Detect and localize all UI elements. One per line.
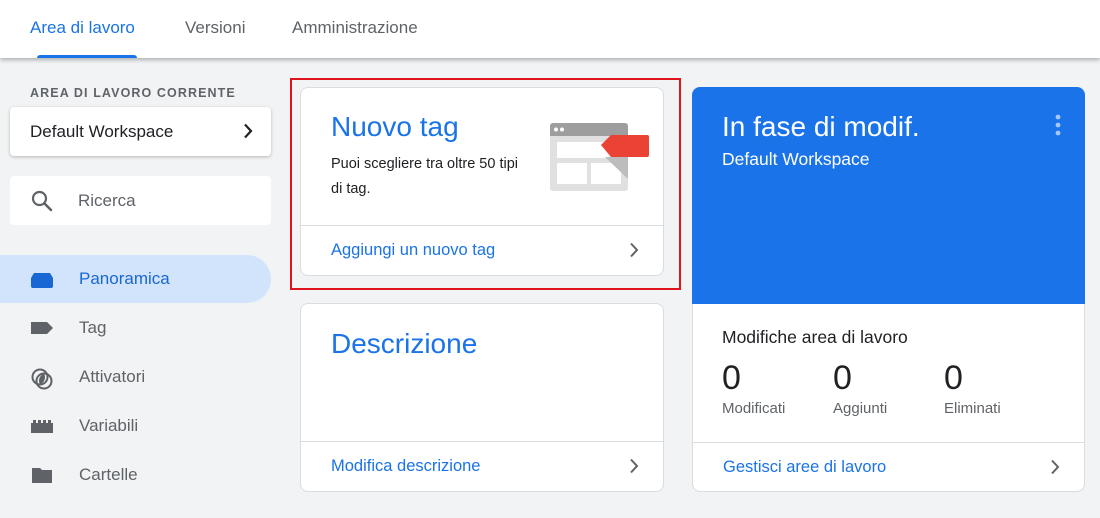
sidebar-item-label: Variabili xyxy=(79,416,139,435)
manage-workspaces-label: Gestisci aree di lavoro xyxy=(723,458,887,476)
sidebar-item-tag[interactable]: Tag xyxy=(0,304,271,352)
current-workspace-label: AREA DI LAVORO CORRENTE xyxy=(30,86,236,100)
stat-label: Eliminati xyxy=(944,400,1001,417)
chevron-right-icon xyxy=(629,458,639,479)
search-icon xyxy=(30,189,54,218)
trigger-icon xyxy=(30,367,54,390)
description-card: Descrizione Modifica descrizione xyxy=(300,303,664,492)
edit-description-label: Modifica descrizione xyxy=(331,457,481,475)
sidebar-item-label: Panoramica xyxy=(79,269,170,288)
stat-value: 0 xyxy=(944,359,963,397)
stat-deleted: 0 Eliminati xyxy=(944,359,1001,417)
variables-icon xyxy=(30,416,54,436)
description-title: Descrizione xyxy=(331,328,478,359)
stat-modified: 0 Modificati xyxy=(722,359,785,417)
tab-amministrazione[interactable]: Amministrazione xyxy=(292,18,418,38)
edit-description-link[interactable]: Modifica descrizione xyxy=(301,441,663,491)
sidebar-item-panoramica[interactable]: Panoramica xyxy=(0,255,271,303)
chevron-right-icon xyxy=(243,123,253,144)
tab-area-di-lavoro[interactable]: Area di lavoro xyxy=(30,18,135,38)
workspace-status-title: In fase di modif. xyxy=(722,111,920,142)
search-input[interactable] xyxy=(78,188,258,214)
chevron-right-icon xyxy=(1050,459,1060,480)
search-box[interactable] xyxy=(10,176,271,225)
sidebar-item-attivatori[interactable]: Attivatori xyxy=(0,353,271,401)
tag-illustration-icon xyxy=(549,121,651,200)
stat-label: Aggiunti xyxy=(833,400,888,417)
folder-icon xyxy=(30,465,54,485)
tab-versioni[interactable]: Versioni xyxy=(185,18,245,38)
new-tag-title: Nuovo tag xyxy=(331,111,459,142)
manage-workspaces-link[interactable]: Gestisci aree di lavoro xyxy=(692,442,1085,492)
sidebar-item-label: Attivatori xyxy=(79,367,146,386)
stat-value: 0 xyxy=(833,359,852,397)
stat-added: 0 Aggiunti xyxy=(833,359,887,417)
more-vert-icon[interactable] xyxy=(1055,114,1061,141)
sidebar-item-variabili[interactable]: Variabili xyxy=(0,402,271,450)
new-tag-description: Puoi scegliere tra oltre 50 tipi di tag. xyxy=(331,156,518,197)
workspace-status-subtitle: Default Workspace xyxy=(722,149,870,169)
stat-label: Modificati xyxy=(722,400,786,417)
add-new-tag-link[interactable]: Aggiungi un nuovo tag xyxy=(301,225,663,275)
new-tag-card: Nuovo tag Puoi scegliere tra oltre 50 ti… xyxy=(300,87,664,276)
active-tab-indicator xyxy=(37,55,137,58)
stat-value: 0 xyxy=(722,359,741,397)
workspace-selector[interactable]: Default Workspace xyxy=(10,107,271,156)
overview-icon xyxy=(30,269,54,289)
workspace-name: Default Workspace xyxy=(30,122,174,141)
sidebar-item-cartelle[interactable]: Cartelle xyxy=(0,451,271,499)
chevron-right-icon xyxy=(629,242,639,263)
add-new-tag-label: Aggiungi un nuovo tag xyxy=(331,241,496,259)
sidebar-item-label: Tag xyxy=(79,318,107,337)
workspace-changes-title: Modifiche area di lavoro xyxy=(722,327,908,347)
top-tab-bar: Area di lavoro Versioni Amministrazione xyxy=(0,0,1100,58)
workspace-status-card: In fase di modif. Default Workspace Modi… xyxy=(692,87,1085,492)
sidebar-item-label: Cartelle xyxy=(79,465,138,484)
tag-icon xyxy=(30,318,54,338)
